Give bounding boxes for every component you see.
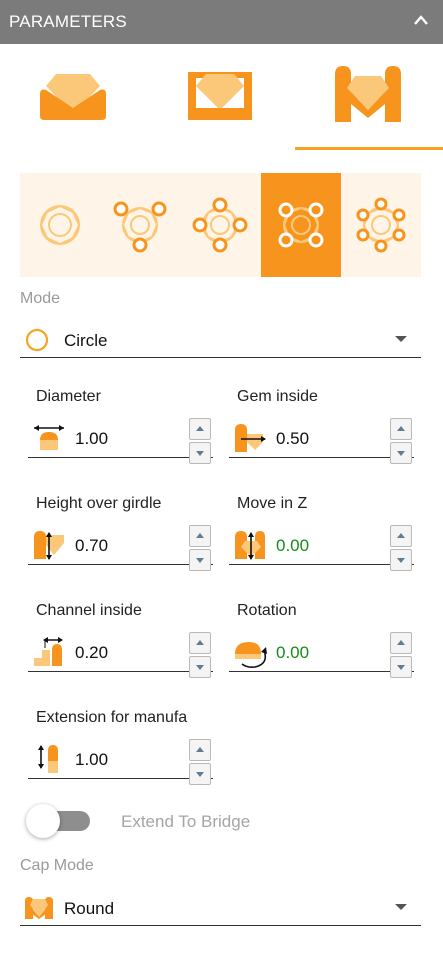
move-in-z-stepper[interactable] xyxy=(390,525,412,571)
chevron-up-icon[interactable] xyxy=(413,14,429,26)
channel-inside-label: Channel inside xyxy=(36,602,142,619)
gem-four-prongs-square-icon xyxy=(278,202,324,248)
extension-decrement-button[interactable] xyxy=(189,763,211,785)
parameters-header[interactable]: PARAMETERS xyxy=(0,0,443,44)
tab-box-seat[interactable] xyxy=(148,44,296,150)
diameter-value[interactable]: 1.00 xyxy=(75,429,108,449)
height-over-girdle-stepper[interactable] xyxy=(189,525,211,571)
setting-six-prongs[interactable] xyxy=(341,173,421,277)
height-over-girdle-input-box[interactable]: 0.70 xyxy=(28,521,213,571)
extension-icon xyxy=(38,745,58,773)
channel-inside-increment-button[interactable] xyxy=(189,632,211,654)
chevron-down-icon xyxy=(395,904,407,910)
height-over-girdle-decrement-button[interactable] xyxy=(189,549,211,571)
extension-field: Extension for manufa 1.00 xyxy=(28,709,213,799)
panel-title: PARAMETERS xyxy=(9,12,127,31)
move-z-icon xyxy=(235,531,265,560)
channel-inside-icon xyxy=(34,637,63,666)
height-over-girdle-field: Height over girdle 0.70 xyxy=(28,495,213,585)
extension-value[interactable]: 1.00 xyxy=(75,750,108,770)
rotation-input-box[interactable]: 0.00 xyxy=(229,628,414,678)
extend-to-bridge-toggle[interactable] xyxy=(26,804,90,838)
gem-inside-label: Gem inside xyxy=(237,388,318,405)
gem-inside-increment-button[interactable] xyxy=(390,418,412,440)
gem-inside-stepper[interactable] xyxy=(390,418,412,464)
rotation-label: Rotation xyxy=(237,602,297,619)
gem-no-prongs-icon xyxy=(39,204,81,246)
move-in-z-value[interactable]: 0.00 xyxy=(276,536,309,556)
diameter-input-box[interactable]: 1.00 xyxy=(28,414,213,464)
circle-icon xyxy=(25,328,49,352)
move-in-z-label: Move in Z xyxy=(237,495,308,512)
move-in-z-input-box[interactable]: 0.00 xyxy=(229,521,414,571)
mode-value: Circle xyxy=(64,331,108,350)
rotation-stepper[interactable] xyxy=(390,632,412,678)
gem-in-box-icon xyxy=(188,72,252,120)
gem-inside-input-box[interactable]: 0.50 xyxy=(229,414,414,464)
move-in-z-increment-button[interactable] xyxy=(390,525,412,547)
channel-inside-input-box[interactable]: 0.20 xyxy=(28,628,213,678)
diameter-stepper[interactable] xyxy=(189,418,211,464)
diameter-increment-button[interactable] xyxy=(189,418,211,440)
extension-stepper[interactable] xyxy=(189,739,211,785)
extension-increment-button[interactable] xyxy=(189,739,211,761)
setting-three-prongs[interactable] xyxy=(100,173,180,277)
channel-inside-stepper[interactable] xyxy=(189,632,211,678)
setting-no-prongs[interactable] xyxy=(20,173,100,277)
mode-tabs xyxy=(0,44,443,152)
gem-three-prongs-icon xyxy=(113,201,167,253)
cap-round-icon xyxy=(25,897,53,919)
cap-mode-dropdown[interactable]: Round xyxy=(20,888,421,926)
height-over-girdle-label: Height over girdle xyxy=(36,495,162,512)
move-in-z-decrement-button[interactable] xyxy=(390,549,412,571)
diameter-icon xyxy=(34,425,64,450)
channel-inside-field: Channel inside 0.20 xyxy=(28,602,213,692)
height-over-girdle-value[interactable]: 0.70 xyxy=(75,536,108,556)
cap-mode-value: Round xyxy=(64,899,115,918)
gem-four-prongs-cross-icon xyxy=(192,197,248,253)
gem-inside-value[interactable]: 0.50 xyxy=(276,429,309,449)
diameter-label: Diameter xyxy=(36,388,101,405)
setting-options xyxy=(20,173,421,277)
gem-six-prongs-icon xyxy=(356,197,406,253)
channel-inside-decrement-button[interactable] xyxy=(189,656,211,678)
channel-inside-value[interactable]: 0.20 xyxy=(75,643,108,663)
cap-mode-label: Cap Mode xyxy=(20,857,94,874)
height-over-girdle-icon xyxy=(34,531,64,560)
gem-inside-field: Gem inside 0.50 xyxy=(229,388,414,478)
gem-in-prongs-icon xyxy=(335,66,401,122)
extend-to-bridge-label: Extend To Bridge xyxy=(121,812,251,831)
tab-ring-seat[interactable] xyxy=(0,44,148,150)
diameter-decrement-button[interactable] xyxy=(189,442,211,464)
setting-four-prongs-cross[interactable] xyxy=(180,173,260,277)
diameter-field: Diameter 1.00 xyxy=(28,388,213,478)
toggle-knob[interactable] xyxy=(26,804,60,838)
gem-inside-icon xyxy=(235,424,266,452)
extension-input-box[interactable]: 1.00 xyxy=(28,735,213,785)
rotation-value[interactable]: 0.00 xyxy=(276,643,309,663)
rotation-decrement-button[interactable] xyxy=(390,656,412,678)
move-in-z-field: Move in Z 0.00 xyxy=(229,495,414,585)
gem-in-cradle-icon xyxy=(40,74,106,120)
rotation-increment-button[interactable] xyxy=(390,632,412,654)
gem-inside-decrement-button[interactable] xyxy=(390,442,412,464)
chevron-down-icon xyxy=(395,336,407,342)
tab-prong-seat[interactable] xyxy=(295,44,443,150)
rotation-field: Rotation 0.00 xyxy=(229,602,414,692)
mode-dropdown[interactable]: Circle xyxy=(20,320,421,358)
rotation-icon xyxy=(235,642,267,668)
setting-four-prongs-square[interactable] xyxy=(261,173,341,277)
extension-label: Extension for manufa xyxy=(36,709,188,726)
height-over-girdle-increment-button[interactable] xyxy=(189,525,211,547)
mode-label: Mode xyxy=(20,290,61,307)
selected-tab-underline xyxy=(295,147,443,150)
